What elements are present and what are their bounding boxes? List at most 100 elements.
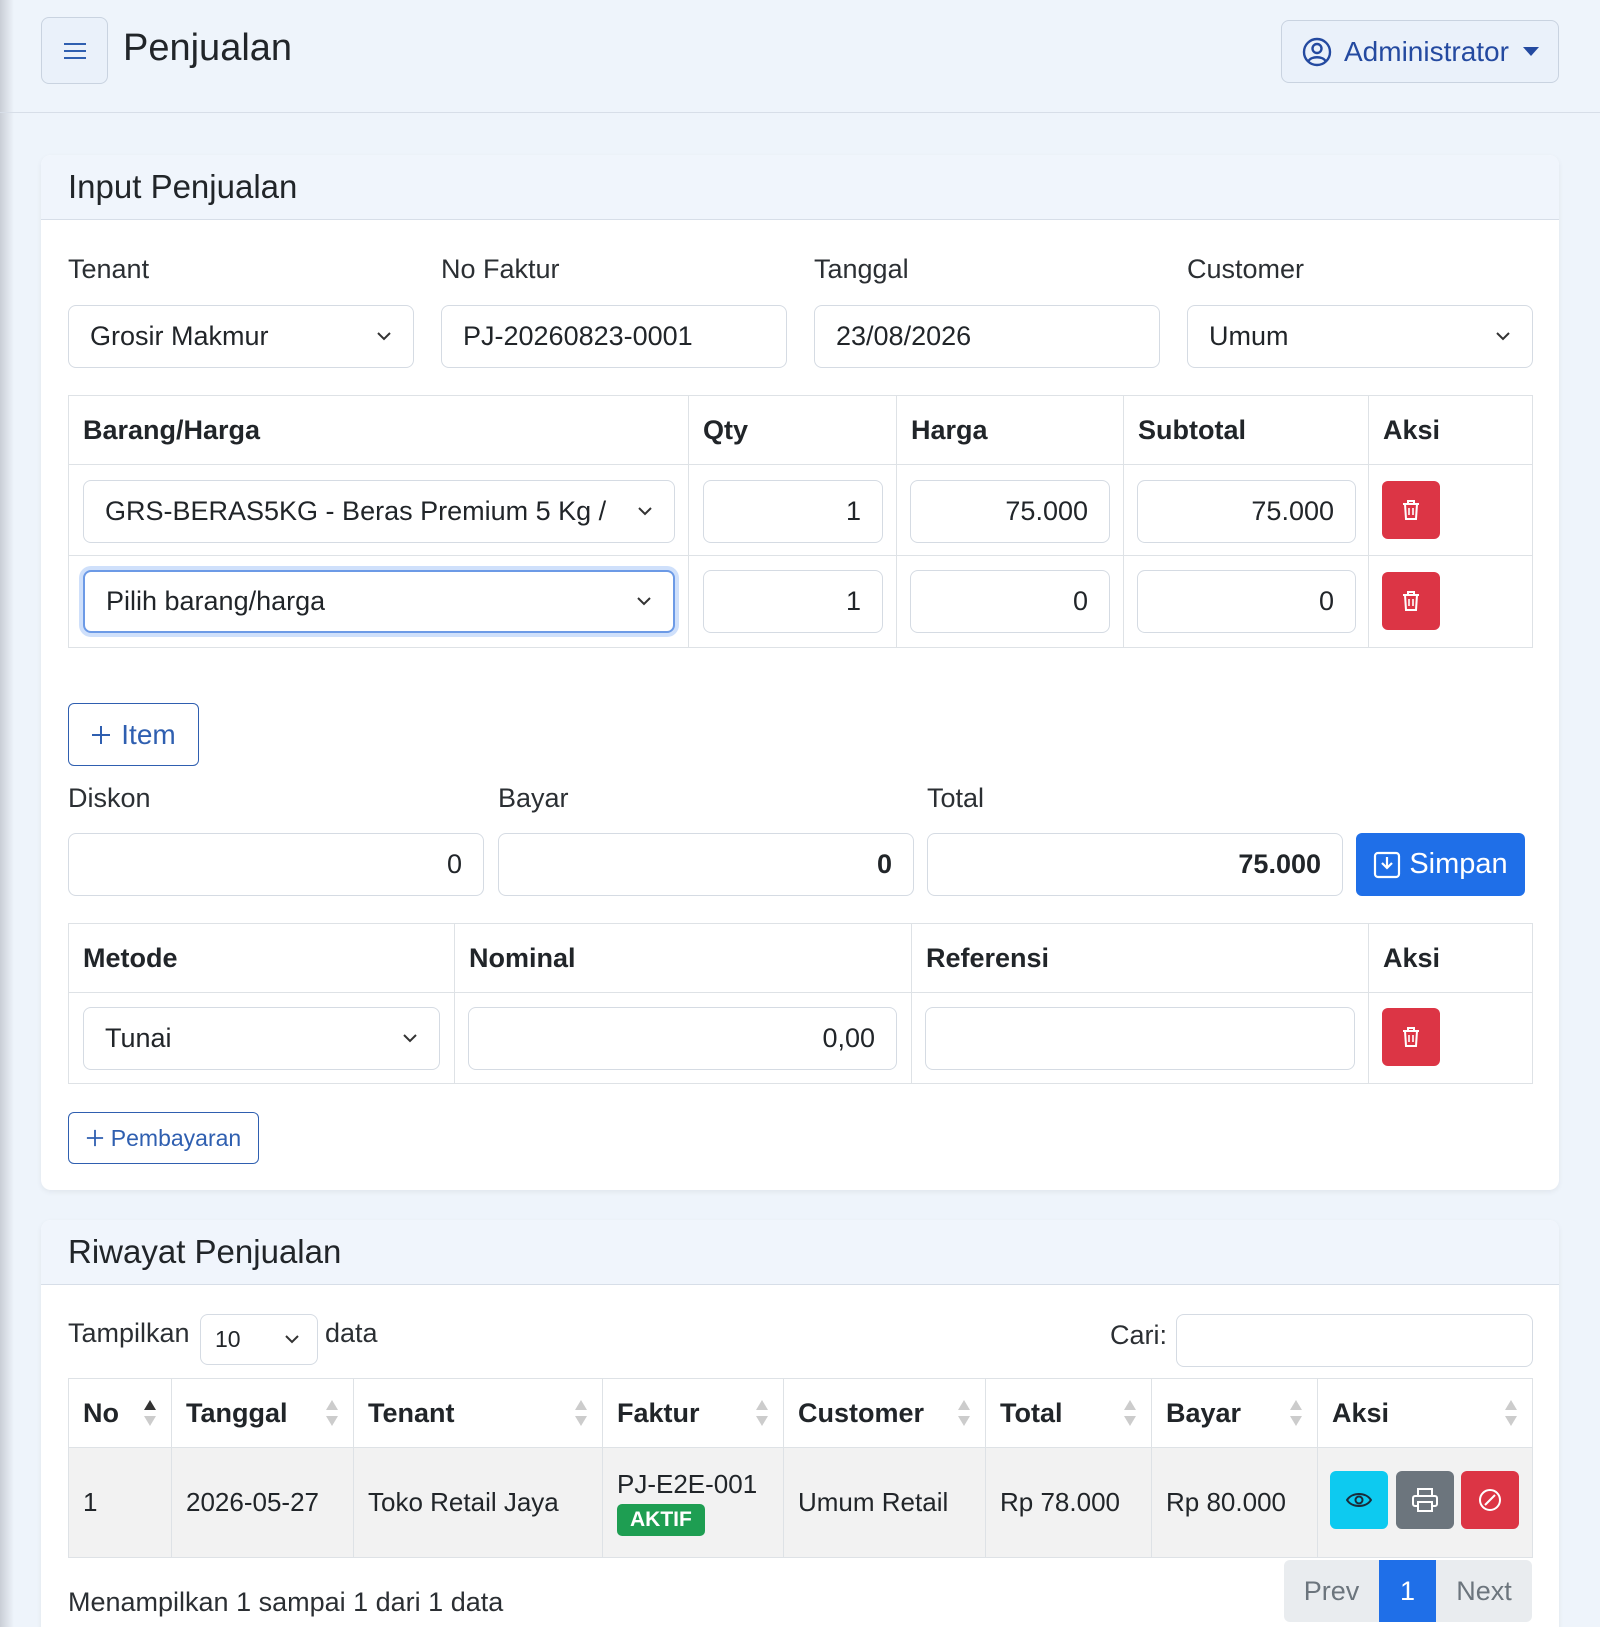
bayar-label: Bayar [498,783,569,813]
col-nominal: Nominal [454,923,912,993]
cell-faktur: PJ-E2E-001 AKTIF [602,1447,784,1558]
sort-asc-icon [144,1400,156,1426]
cell-tenant: Toko Retail Jaya [353,1447,603,1558]
col-tanggal-sortable[interactable]: Tanggal [171,1378,354,1448]
page-size-select[interactable]: 10 [200,1314,318,1365]
harga-input[interactable]: 75.000 [910,480,1110,543]
page-size-prefix: Tampilkan [68,1318,190,1348]
faktur-number: PJ-E2E-001 [617,1469,758,1499]
tanggal-label: Tanggal [814,254,909,284]
page-title: Penjualan [123,27,293,69]
simpan-button[interactable]: Simpan [1356,833,1525,896]
sort-icon [1505,1400,1517,1426]
trash-icon [1403,591,1419,611]
search-input[interactable] [1176,1314,1533,1367]
search-label: Cari: [1110,1320,1168,1350]
customer-select[interactable]: Umum [1187,305,1533,368]
delete-item-button[interactable] [1382,481,1440,539]
col-barang: Barang/Harga [68,395,689,465]
view-button[interactable] [1330,1471,1388,1529]
total-label: Total [927,783,985,813]
col-faktur-sortable[interactable]: Faktur [602,1378,784,1448]
diskon-label: Diskon [68,783,151,813]
trash-icon [1403,1027,1419,1047]
sort-icon [326,1400,338,1426]
sort-icon [1290,1400,1302,1426]
barang-select[interactable]: Pilih barang/harga [83,570,675,633]
chevron-down-icon [403,1033,417,1042]
tenant-label: Tenant [68,254,150,284]
delete-payment-button[interactable] [1382,1008,1440,1066]
nominal-input[interactable]: 0,00 [468,1007,897,1070]
history-table: No Tanggal Tenant Faktur Customer Total … [68,1378,1533,1558]
cell-bayar: Rp 80.000 [1151,1447,1318,1558]
harga-input[interactable]: 0 [910,570,1110,633]
sort-icon [958,1400,970,1426]
customer-label: Customer [1187,254,1305,284]
col-aksi-sortable[interactable]: Aksi [1317,1378,1533,1448]
cancel-sale-button[interactable] [1461,1471,1519,1529]
col-referensi: Referensi [911,923,1369,993]
trash-icon [1403,500,1419,520]
pagination: Prev 1 Next [1284,1560,1532,1622]
card-title: Riwayat Penjualan [41,1220,1559,1285]
sort-icon [756,1400,768,1426]
page-size-suffix: data [325,1318,378,1348]
col-tenant-sortable[interactable]: Tenant [353,1378,603,1448]
subtotal-input[interactable]: 0 [1137,570,1356,633]
sort-icon [1124,1400,1136,1426]
add-payment-button[interactable]: Pembayaran [68,1112,259,1164]
qty-input[interactable]: 1 [703,570,883,633]
chevron-down-icon [1496,331,1510,340]
cell-no: 1 [68,1447,172,1558]
cell-total: Rp 78.000 [985,1447,1152,1558]
prev-page-button[interactable]: Prev [1284,1560,1379,1622]
table-row: 1 2026-05-27 Toko Retail Jaya PJ-E2E-001… [68,1447,1533,1558]
delete-item-button[interactable] [1382,572,1440,630]
col-total-sortable[interactable]: Total [985,1378,1152,1448]
add-item-button[interactable]: Item [68,703,199,766]
cancel-icon [1479,1489,1501,1511]
save-icon [1374,851,1401,878]
input-penjualan-card: Input Penjualan Tenant No Faktur Tanggal… [41,155,1559,1190]
plus-icon [86,1129,103,1147]
table-info: Menampilkan 1 sampai 1 dari 1 data [68,1587,504,1617]
col-metode: Metode [68,923,455,993]
col-aksi: Aksi [1368,923,1533,993]
tanggal-input[interactable]: 23/08/2026 [814,305,1160,368]
page-1-button[interactable]: 1 [1379,1560,1436,1622]
subtotal-input[interactable]: 75.000 [1137,480,1356,543]
no-faktur-input[interactable]: PJ-20260823-0001 [441,305,787,368]
eye-icon [1346,1493,1372,1507]
next-page-button[interactable]: Next [1436,1560,1532,1622]
user-menu-button[interactable]: Administrator [1281,20,1559,83]
top-navbar: Penjualan Administrator [0,0,1600,113]
user-name: Administrator [1344,35,1509,67]
bayar-input[interactable]: 0 [498,833,914,896]
col-aksi: Aksi [1368,395,1533,465]
col-no-sortable[interactable]: No [68,1378,172,1448]
cell-customer: Umum Retail [783,1447,986,1558]
col-customer-sortable[interactable]: Customer [783,1378,986,1448]
tenant-select[interactable]: Grosir Makmur [68,305,414,368]
col-qty: Qty [688,395,897,465]
qty-input[interactable]: 1 [703,480,883,543]
payment-table-header: Metode Nominal Referensi Aksi [68,923,1533,993]
metode-select[interactable]: Tunai [83,1007,440,1070]
col-subtotal: Subtotal [1123,395,1369,465]
menu-toggle-button[interactable] [41,17,108,84]
status-badge: AKTIF [617,1504,705,1536]
referensi-input[interactable] [925,1007,1355,1070]
card-title: Input Penjualan [41,155,1559,220]
chevron-down-icon [637,596,651,605]
barang-select[interactable]: GRS-BERAS5KG - Beras Premium 5 Kg / Ec [83,480,675,543]
print-button[interactable] [1396,1471,1454,1529]
caret-down-icon [1522,47,1539,56]
sort-icon [575,1400,587,1426]
riwayat-penjualan-card: Riwayat Penjualan Tampilkan 10 data Cari… [41,1220,1559,1627]
history-table-header: No Tanggal Tenant Faktur Customer Total … [68,1378,1533,1448]
col-bayar-sortable[interactable]: Bayar [1151,1378,1318,1448]
hamburger-icon [63,35,86,67]
total-input: 75.000 [927,833,1343,896]
diskon-input[interactable]: 0 [68,833,484,896]
